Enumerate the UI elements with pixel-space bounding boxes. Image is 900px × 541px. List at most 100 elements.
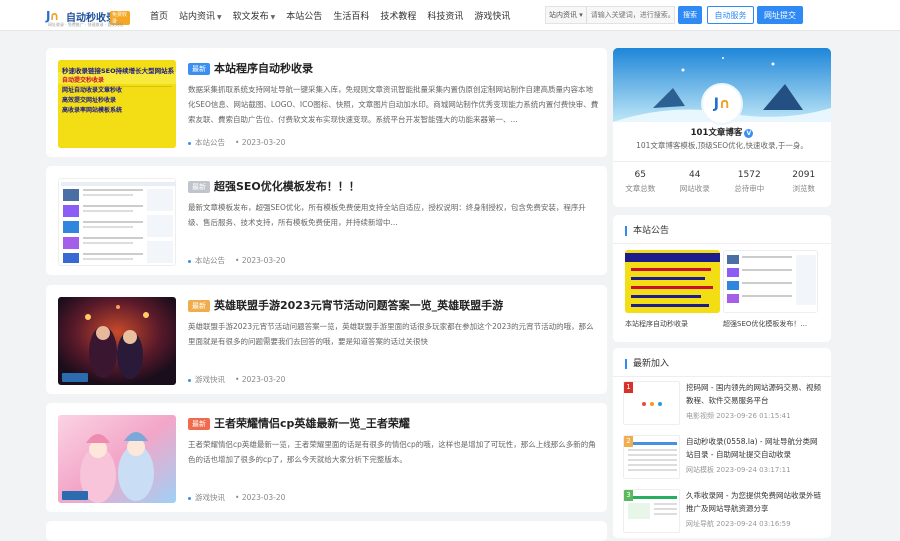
- nav-item-label: 技术教程: [380, 12, 417, 22]
- stat-value: 1572: [737, 170, 761, 180]
- post-excerpt: 英雄联盟手游2023元宵节活动问题答案一览，英雄联盟手游里面的话很多玩家都在参加…: [188, 322, 594, 346]
- search-box: 站内资讯 ▾: [545, 6, 675, 24]
- nav-item-soft-article[interactable]: 软文发布 ▼: [233, 9, 276, 22]
- post-date-text: 2023-03-20: [241, 493, 286, 502]
- profile-name: 101文章博客 V: [613, 126, 831, 138]
- promo-banner-image: [625, 250, 720, 313]
- stat-value: 2091: [792, 170, 816, 180]
- post-excerpt: 数据采集抓取系统支持网址导航一键采集入库，免规则文章资讯智能批量采集内置伪原创定…: [188, 85, 599, 124]
- post-card[interactable]: 秒速收录链接SEO持续增长大型网站系统 自动提交秒收录 网址自动收录文章秒收 高…: [46, 48, 607, 157]
- post-date-text: 2023-03-20: [241, 256, 286, 265]
- nav-item-announcements[interactable]: 本站公告: [286, 9, 322, 22]
- latest-thumbnail[interactable]: 3: [623, 489, 680, 533]
- post-category[interactable]: 本站公告: [195, 138, 225, 147]
- nav-item-label: 游戏快讯: [474, 12, 511, 22]
- profile-stats: 65 文章总数 44 网站收录 1572 总待审中 2091 浏览数: [613, 161, 831, 194]
- latest-item-meta: 电影视频 2023-09-26 01:15:41: [686, 412, 791, 420]
- stat-label: 总待审中: [734, 184, 765, 193]
- post-card[interactable]: 最新 超强SEO优化模板发布！！！ 最新文章模板发布，超强SEO优化，所有模板免…: [46, 166, 607, 275]
- post-thumbnail[interactable]: [58, 178, 176, 266]
- main-nav: 首页 站内资讯 ▼ 软文发布 ▼ 本站公告 生活百科 技术教程 科技资讯 游戏快讯: [150, 9, 521, 22]
- stat-sites: 44 网站收录: [668, 170, 723, 194]
- post-thumbnail[interactable]: [58, 297, 176, 385]
- post-title[interactable]: 本站程序自动秒收录: [214, 60, 313, 76]
- post-card[interactable]: 最新 英雄联盟手游2023元宵节活动问题答案一览_英雄联盟手游 英雄联盟手游20…: [46, 285, 607, 394]
- post-tag: 最新: [188, 418, 210, 430]
- post-tag: 最新: [188, 181, 210, 193]
- latest-thumbnail[interactable]: 2: [623, 435, 680, 479]
- dot-icon: [188, 378, 191, 382]
- post-meta: 游戏快讯 • 2023-03-20: [188, 492, 285, 503]
- latest-item[interactable]: 3 久乖收录网 - 为您提供免费网站收录外链推广及网站导航资源分享 网址导航 2…: [623, 489, 823, 535]
- site-logo[interactable]: J∩ 自动秒收录 免费收录 网址收录 · 免费推广 · 快速收录 · 提交网址: [46, 7, 130, 27]
- profile-card: J ∩ 101文章博客 V 101文章博客模板,顶级SEO优化,快速收录,于一身。 …: [613, 48, 831, 207]
- logo-subtitle: 网址收录 · 免费推广 · 快速收录 · 提交网址: [48, 22, 124, 27]
- latest-item[interactable]: 1 挖码网 - 国内领先的网站源码交易、视频教程、软件交易服务平台 电影视频 2…: [623, 381, 823, 427]
- nav-item-game-news[interactable]: 游戏快讯: [474, 9, 510, 22]
- latest-item-title[interactable]: 久乖收录网 - 为您提供免费网站收录外链推广及网站导航资源分享: [686, 489, 824, 515]
- post-date: • 2023-03-20: [235, 138, 286, 147]
- post-title[interactable]: 超强SEO优化模板发布！！！: [214, 178, 360, 194]
- search-category-select[interactable]: 站内资讯 ▾: [546, 7, 587, 23]
- panel-title: 本站公告: [625, 226, 669, 236]
- profile-name-text: 101文章博客: [690, 128, 743, 138]
- nav-item-label: 软文发布: [232, 12, 269, 22]
- post-thumbnail[interactable]: 秒速收录链接SEO持续增长大型网站系统 自动提交秒收录 网址自动收录文章秒收 高…: [58, 60, 176, 148]
- logo-mark-icon: J∩: [46, 9, 59, 23]
- post-excerpt: 最新文章模板发布，超强SEO优化，所有模板免费使用支持全站自适应，授权说明：终身…: [188, 203, 586, 227]
- dot-icon: [188, 141, 191, 145]
- stat-value: 65: [634, 170, 646, 180]
- game-art-image: [58, 415, 176, 503]
- notice-item-label[interactable]: 超强SEO优化模板发布！...: [723, 319, 818, 329]
- promo-line: 高效提交网址秒收录: [62, 97, 117, 104]
- post-card[interactable]: 最新 王者荣耀情侣cp英雄最新一览_王者荣耀 王者荣耀情侣cp英雄最新一览，王者…: [46, 403, 607, 512]
- nav-item-life[interactable]: 生活百科: [333, 9, 369, 22]
- latest-item-title[interactable]: 自动秒收录(0558.la) - 网址导航分类网站目录 - 自助网址提交自动收录: [686, 435, 824, 461]
- stat-views: 2091 浏览数: [777, 170, 832, 194]
- nav-item-label: 本站公告: [286, 12, 323, 22]
- profile-description: 101文章博客模板,顶级SEO优化,快速收录,于一身。: [636, 141, 808, 150]
- dot-icon: [188, 496, 191, 500]
- profile-avatar[interactable]: J ∩: [701, 83, 743, 125]
- notice-thumbnail[interactable]: [723, 250, 818, 313]
- nav-item-site-news[interactable]: 站内资讯 ▼: [179, 9, 222, 22]
- post-thumbnail[interactable]: [58, 415, 176, 503]
- nav-item-label: 站内资讯: [179, 12, 216, 22]
- stat-label: 浏览数: [792, 184, 816, 193]
- top-header: J∩ 自动秒收录 免费收录 网址收录 · 免费推广 · 快速收录 · 提交网址 …: [0, 0, 900, 31]
- promo-line: 高收录率网站模板系统: [62, 107, 123, 114]
- post-category[interactable]: 游戏快讯: [195, 375, 225, 384]
- website-screenshot-image: [724, 251, 817, 312]
- nav-item-tech-news[interactable]: 科技资讯: [427, 9, 463, 22]
- dot-icon: [188, 259, 191, 263]
- search-button[interactable]: 搜索: [678, 6, 702, 24]
- stat-label: 文章总数: [625, 184, 656, 193]
- caret-down-icon: ▼: [270, 14, 276, 21]
- post-tag: 最新: [188, 300, 210, 312]
- post-category[interactable]: 本站公告: [195, 256, 225, 265]
- caret-down-icon: ▼: [217, 14, 222, 21]
- post-card[interactable]: [46, 521, 607, 541]
- submit-site-button[interactable]: 网址提交: [757, 6, 803, 24]
- auto-service-button[interactable]: 自动服务: [707, 6, 754, 24]
- panel-title: 最新加入: [625, 359, 669, 369]
- promo-line: 秒速收录链接SEO持续增长大型网站系统: [62, 67, 174, 75]
- latest-thumbnail[interactable]: 1: [623, 381, 680, 425]
- post-meta: 游戏快讯 • 2023-03-20: [188, 374, 285, 385]
- post-category[interactable]: 游戏快讯: [195, 493, 225, 502]
- latest-item-title[interactable]: 挖码网 - 国内领先的网站源码交易、视频教程、软件交易服务平台: [686, 381, 824, 407]
- nav-item-tutorials[interactable]: 技术教程: [380, 9, 416, 22]
- post-tag: 最新: [188, 63, 210, 75]
- nav-item-label: 生活百科: [333, 12, 370, 22]
- post-title[interactable]: 英雄联盟手游2023元宵节活动问题答案一览_英雄联盟手游: [214, 297, 503, 313]
- search-input[interactable]: [586, 11, 675, 19]
- post-title[interactable]: 王者荣耀情侣cp英雄最新一览_王者荣耀: [214, 415, 410, 431]
- post-date-text: 2023-03-20: [241, 375, 286, 384]
- latest-item-meta: 网址导航 2023-09-24 03:16:59: [686, 520, 791, 528]
- game-art-image: [58, 297, 176, 385]
- notice-item-label[interactable]: 本站程序自动秒收录: [625, 319, 720, 329]
- promo-banner-text: 秒速收录链接SEO持续增长大型网站系统 自动提交秒收录 网址自动收录文章秒收 高…: [62, 66, 174, 116]
- latest-item[interactable]: 2 自动秒收录(0558.la) - 网址导航分类网站目录 - 自助网址提交自动…: [623, 435, 823, 481]
- nav-item-home[interactable]: 首页: [150, 9, 168, 22]
- notice-thumbnail[interactable]: [625, 250, 720, 313]
